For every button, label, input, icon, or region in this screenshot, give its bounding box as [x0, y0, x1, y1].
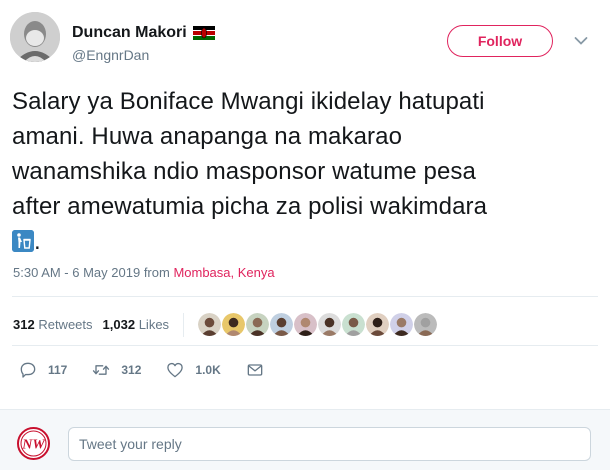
tweet-text-line: Salary ya Boniface Mwangi ikidelay hatup… [12, 88, 485, 115]
from-label: from [143, 265, 170, 280]
reply-icon [20, 362, 36, 378]
retweets-count: 312 [13, 317, 35, 332]
direct-message-action[interactable] [245, 360, 275, 380]
liker-avatar[interactable] [317, 312, 343, 337]
kenya-flag-icon [192, 26, 215, 40]
liker-avatar[interactable] [365, 312, 391, 337]
liker-avatar[interactable] [341, 312, 367, 337]
liker-avatar[interactable] [293, 312, 319, 337]
retweet-icon [93, 365, 110, 375]
retweet-count: 312 [121, 363, 142, 377]
divider [12, 345, 598, 346]
envelope-icon [247, 364, 263, 376]
liker-avatar[interactable] [413, 312, 439, 337]
like-count: 1.0K [195, 363, 221, 377]
divider [12, 296, 598, 297]
likes-label: Likes [138, 317, 170, 332]
follow-button[interactable]: Follow [447, 25, 553, 57]
liker-avatars [197, 312, 439, 337]
retweet-action[interactable]: 312 [91, 360, 141, 380]
litter-in-bin-emoji-icon [12, 230, 34, 252]
tweet-timestamp-row: 5:30 AM - 6 May 2019 from Mombasa, Kenya [13, 265, 275, 280]
liker-avatar[interactable] [389, 312, 415, 337]
like-action[interactable]: 1.0K [165, 360, 221, 380]
stats-separator [183, 312, 185, 337]
tweet-text-line: wanamshika ndio masponsor watume pesa [12, 158, 476, 185]
retweets-stat[interactable]: 312 Retweets [13, 317, 93, 332]
nw-logo-icon: NW [17, 427, 50, 460]
reply-action[interactable]: 117 [18, 360, 67, 380]
nw-logo-text: NW [21, 438, 46, 453]
heart-icon [167, 362, 184, 378]
author-display-name[interactable]: Duncan Makori [72, 24, 187, 42]
reply-count: 117 [48, 363, 68, 377]
liker-avatar[interactable] [245, 312, 271, 337]
author-photo-icon [10, 12, 60, 62]
engagement-stats: 312 Retweets 1,032 Likes [13, 312, 439, 337]
author-name-row: Duncan Makori [72, 24, 215, 42]
likes-count: 1,032 [102, 317, 136, 332]
tweet-actions: 117 312 1.0K [18, 360, 299, 380]
tweet-timestamp[interactable]: 5:30 AM - 6 May 2019 [13, 265, 140, 280]
author-handle[interactable]: @EngnrDan [72, 47, 149, 63]
likes-stat[interactable]: 1,032 Likes [103, 317, 170, 332]
author-avatar[interactable] [10, 12, 60, 62]
tweet-text-line: after amewatumia picha za polisi wakimda… [12, 193, 488, 220]
chevron-down-icon[interactable] [574, 36, 588, 46]
liker-avatar[interactable] [197, 312, 223, 337]
tweet-text-line: amani. Huwa anapanga na makarao [12, 123, 403, 150]
tweet-trailing-punct: . [34, 228, 41, 255]
tweet-text: Salary ya Boniface Mwangi ikidelay hatup… [12, 84, 602, 259]
retweets-label: Retweets [38, 317, 93, 332]
tweet-location[interactable]: Mombasa, Kenya [173, 265, 274, 280]
liker-avatar[interactable] [269, 312, 295, 337]
tweet-reply-input[interactable] [68, 427, 591, 461]
liker-avatar[interactable] [221, 312, 247, 337]
